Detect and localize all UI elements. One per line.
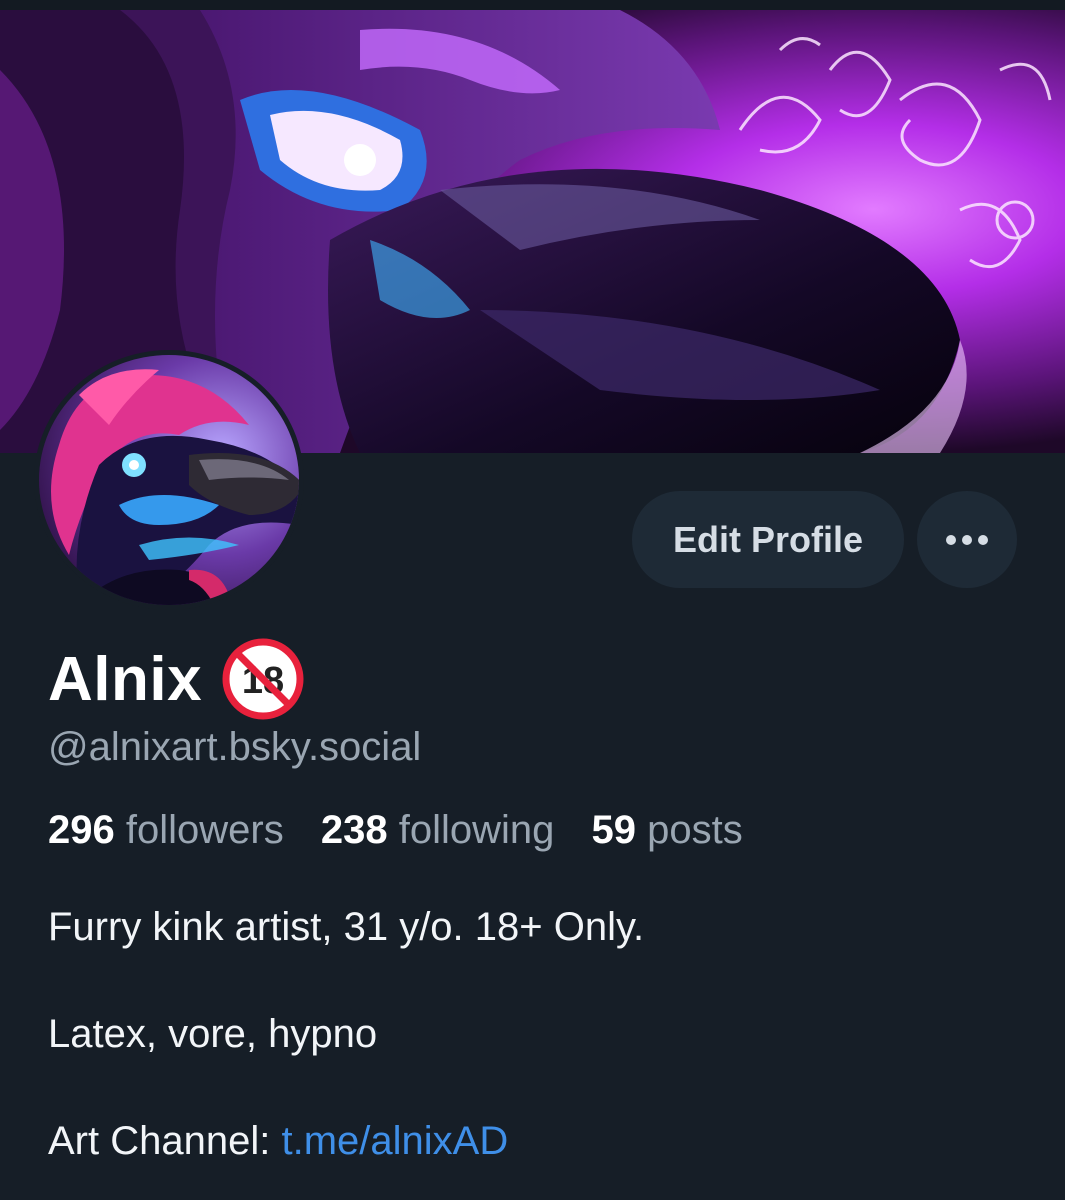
followers-count: 296 (48, 808, 115, 852)
profile-page: Edit Profile Alnix 18 @alnixart.bsky.soc… (0, 0, 1065, 1200)
profile-stats: 296 followers 238 following 59 posts (48, 808, 769, 853)
bio-link-prefix: Art Channel: (48, 1119, 282, 1163)
posts-count: 59 (591, 808, 637, 852)
bio-line-2: Latex, vore, hypno (48, 1012, 378, 1056)
followers-label: followers (125, 808, 284, 852)
ellipsis-icon (946, 534, 988, 545)
following-count: 238 (320, 808, 388, 852)
edit-profile-button[interactable]: Edit Profile (632, 491, 904, 588)
bio-line-3: Art Channel: t.me/alnixAD (48, 1119, 508, 1164)
profile-handle: @alnixart.bsky.social (48, 725, 422, 769)
posts-stat: 59 posts (592, 808, 743, 852)
art-channel-link[interactable]: t.me/alnixAD (281, 1119, 508, 1163)
following-stat[interactable]: 238 following (321, 808, 555, 852)
avatar[interactable] (34, 350, 304, 610)
display-name: Alnix (48, 644, 203, 714)
top-strip (0, 0, 1065, 10)
bio-line-1: Furry kink artist, 31 y/o. 18+ Only. (48, 905, 645, 949)
following-label: following (398, 808, 555, 852)
followers-stat[interactable]: 296 followers (48, 808, 284, 852)
avatar-artwork (39, 355, 299, 605)
no-under-18-icon: 18 (222, 638, 304, 720)
more-options-button[interactable] (917, 491, 1017, 588)
posts-label: posts (647, 808, 743, 852)
display-name-row: Alnix 18 (48, 638, 304, 720)
